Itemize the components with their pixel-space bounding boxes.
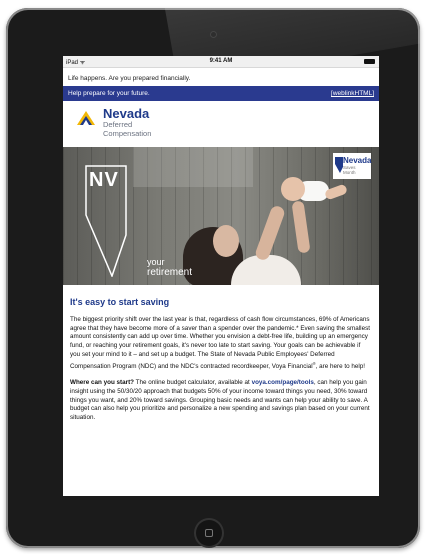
badge-title: Nevada [343, 156, 372, 165]
baby-head [281, 177, 305, 201]
email-screen: iPad ᯤ 9:41 AM Life happens. Are you pre… [63, 56, 379, 496]
preheader-text: Life happens. Are you prepared financial… [63, 68, 379, 86]
hero-caption: your retirement [147, 257, 192, 278]
article-body: It's easy to start saving The biggest pr… [63, 285, 379, 423]
home-button[interactable] [196, 520, 222, 546]
mother-face [213, 225, 239, 257]
home-icon [205, 529, 213, 537]
badge-subtitle: Saves Month [343, 165, 356, 175]
logo-wordmark: Nevada Deferred Compensation [103, 107, 151, 137]
saves-month-badge: Nevada Saves Month [333, 153, 371, 179]
article-heading: It's easy to start saving [70, 297, 170, 307]
ipad-device: iPad ᯤ 9:41 AM Life happens. Are you pre… [6, 8, 420, 548]
nevada-logo-icon [77, 111, 95, 125]
logo-line2: Deferred [103, 120, 133, 129]
camera-icon [211, 32, 216, 37]
hero-caption-retirement: retirement [147, 267, 193, 278]
status-time: 9:41 AM [209, 58, 233, 64]
header-tagline: Help prepare for your future. [68, 90, 150, 97]
hero-image: NV your retirement Nevada Saves Month [63, 147, 379, 285]
para2-lead: Where can you start? [70, 379, 135, 387]
hero-caption-your: your [147, 257, 165, 267]
window-light [133, 147, 253, 187]
status-bar: iPad ᯤ 9:41 AM [63, 56, 379, 68]
logo-row: Nevada Deferred Compensation [63, 101, 379, 147]
article-paragraph-2: Where can you start? The online budget c… [70, 379, 370, 422]
logo-line3: Compensation [103, 128, 152, 138]
header-bar: Help prepare for your future. [weblinkHT… [63, 86, 379, 101]
logo-name: Nevada [103, 106, 150, 121]
hero-nv-letters: NV [89, 169, 119, 191]
battery-icon [364, 59, 375, 64]
voya-tools-link[interactable]: voya.com/page/tools [252, 379, 314, 386]
web-link[interactable]: [weblinkHTML] [331, 90, 374, 97]
badge-state-icon [335, 157, 343, 173]
article-paragraph-1: The biggest priority shift over the last… [70, 316, 370, 370]
